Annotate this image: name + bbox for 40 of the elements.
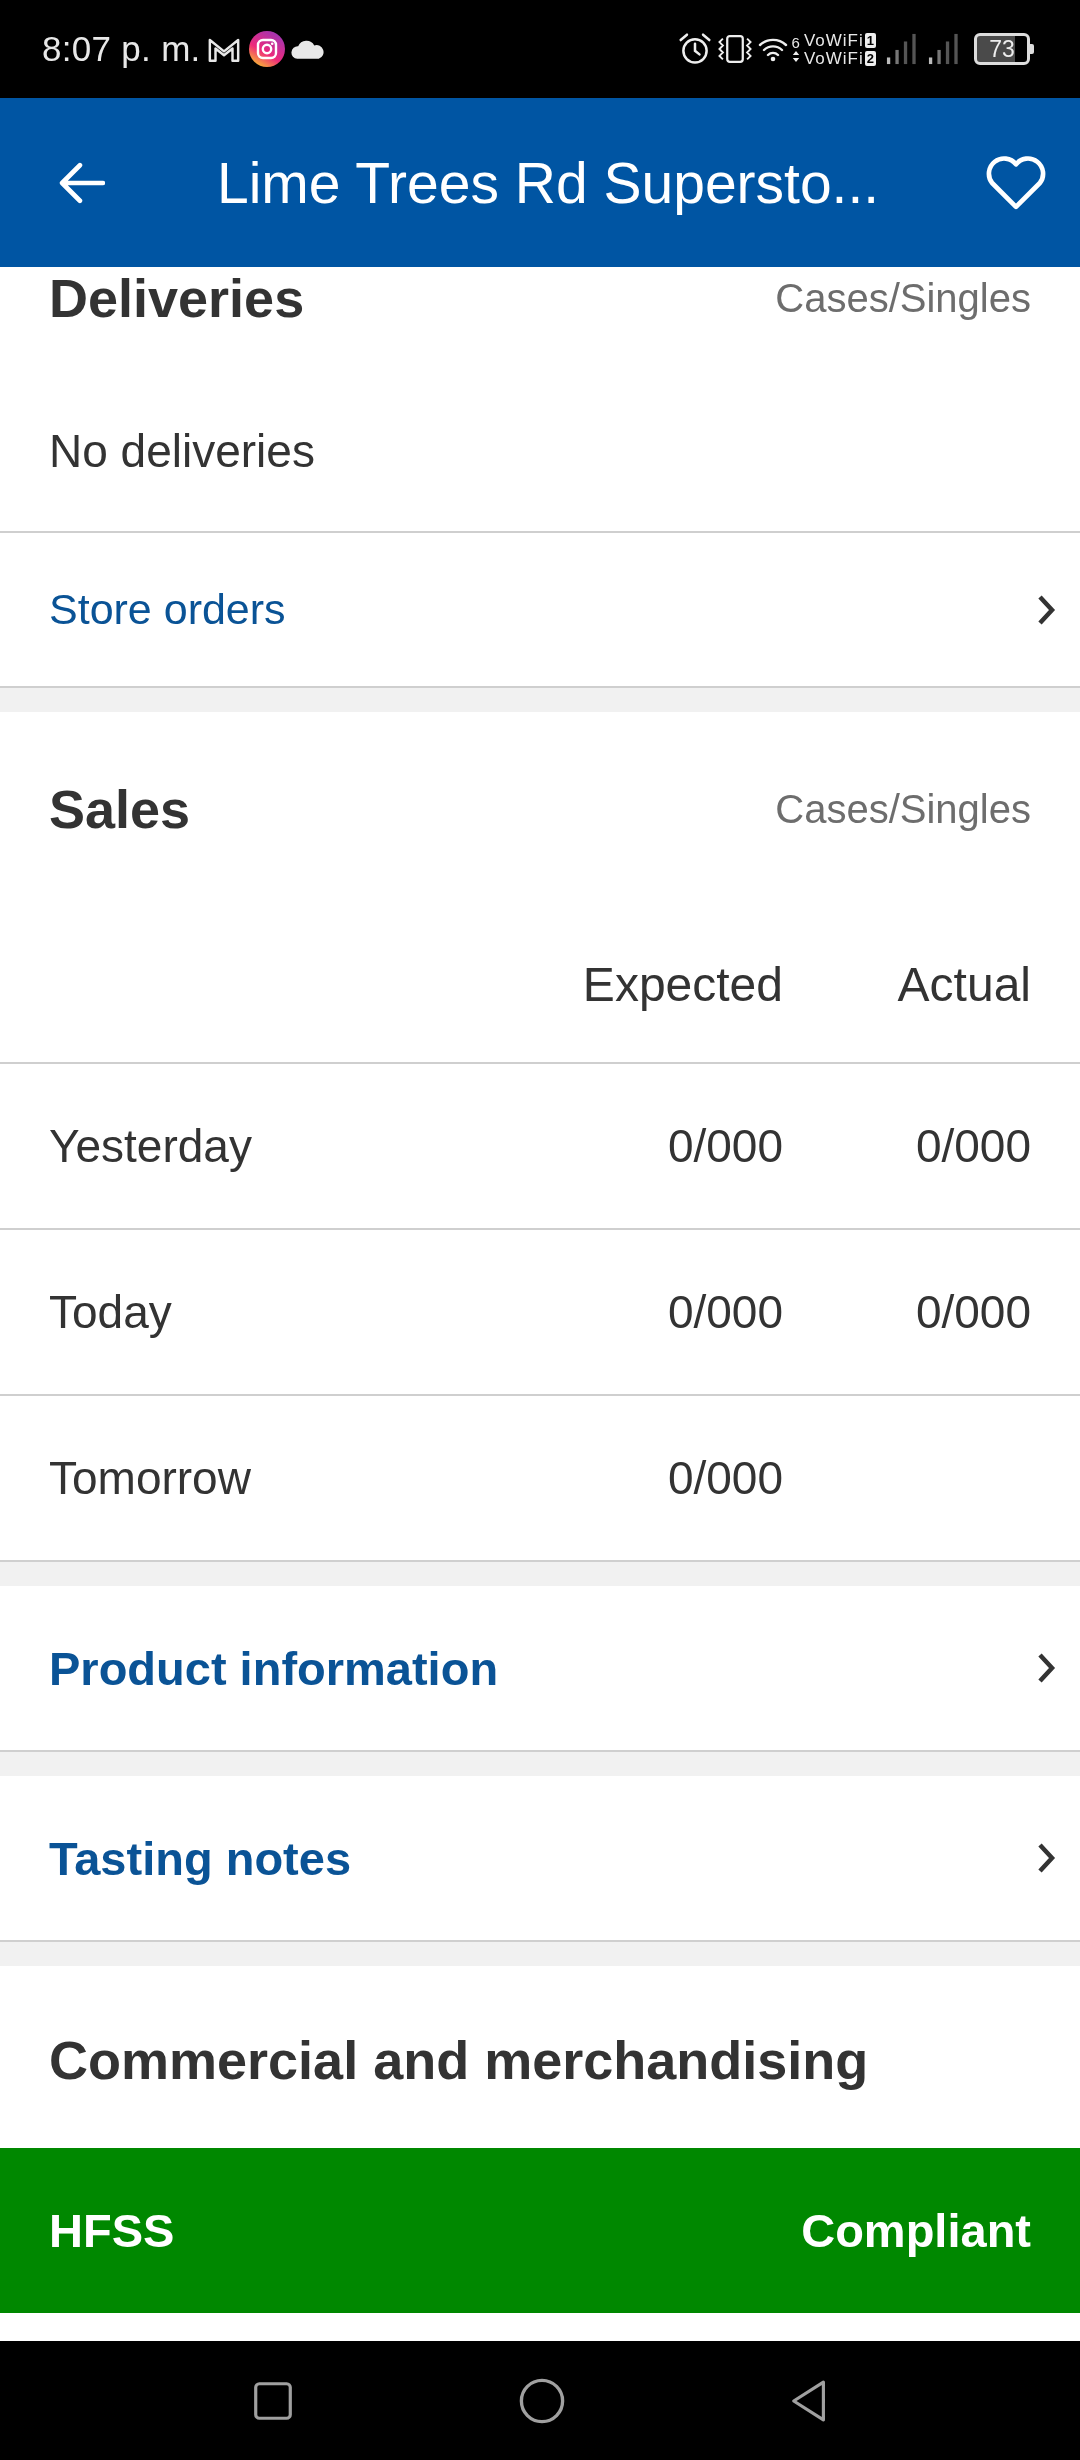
data-arrows-icon — [791, 50, 800, 63]
section-title: Sales — [49, 778, 191, 840]
column-header: Expected — [581, 957, 783, 1012]
network-label: VoWiFi — [803, 49, 864, 67]
section-title: Commercial and merchandising — [49, 2029, 869, 2091]
wifi-icon — [757, 36, 788, 62]
actual-value: 0/000 — [914, 1285, 1031, 1339]
signal-icon — [928, 33, 960, 65]
sim-slot-badge: 1 — [864, 32, 876, 48]
recents-icon[interactable] — [253, 2380, 293, 2421]
battery-indicator: 73 — [974, 33, 1034, 65]
back-arrow-icon — [59, 161, 105, 204]
banner-label: HFSS — [49, 2203, 175, 2258]
expected-value: 0/000 — [666, 1285, 783, 1339]
chevron-right-icon — [1036, 1652, 1056, 1684]
signal-icon — [886, 33, 918, 65]
row-label: Today — [49, 1285, 173, 1339]
network-label: VoWiFi — [803, 31, 864, 49]
empty-message: No deliveries — [49, 426, 316, 476]
unit-label: Cases/Singles — [775, 786, 1031, 832]
expected-value: 0/000 — [666, 1119, 783, 1173]
store-title: Lime Trees Rd Supersto... — [217, 149, 881, 216]
wifi-standard-label: 6 — [791, 35, 800, 50]
alarm-icon — [677, 32, 712, 66]
column-header: Actual — [896, 957, 1031, 1012]
section-title: Deliveries — [49, 270, 305, 326]
row-label: Yesterday — [49, 1119, 253, 1173]
banner-status: Compliant — [801, 2203, 1031, 2258]
unit-label: Cases/Singles — [775, 275, 1031, 322]
chevron-right-icon — [1036, 593, 1056, 626]
status-time: 8:07 p. m. — [42, 29, 201, 69]
cloud-icon — [290, 39, 325, 59]
expected-value: 0/000 — [666, 1451, 783, 1505]
row-label: Tomorrow — [49, 1451, 252, 1505]
camera-app-icon — [248, 31, 285, 67]
actual-value: 0/000 — [914, 1119, 1031, 1173]
home-icon[interactable] — [519, 2377, 565, 2424]
chevron-right-icon — [1036, 1842, 1056, 1874]
sim-slot-badge: 2 — [864, 50, 876, 66]
back-icon[interactable] — [791, 2378, 827, 2423]
